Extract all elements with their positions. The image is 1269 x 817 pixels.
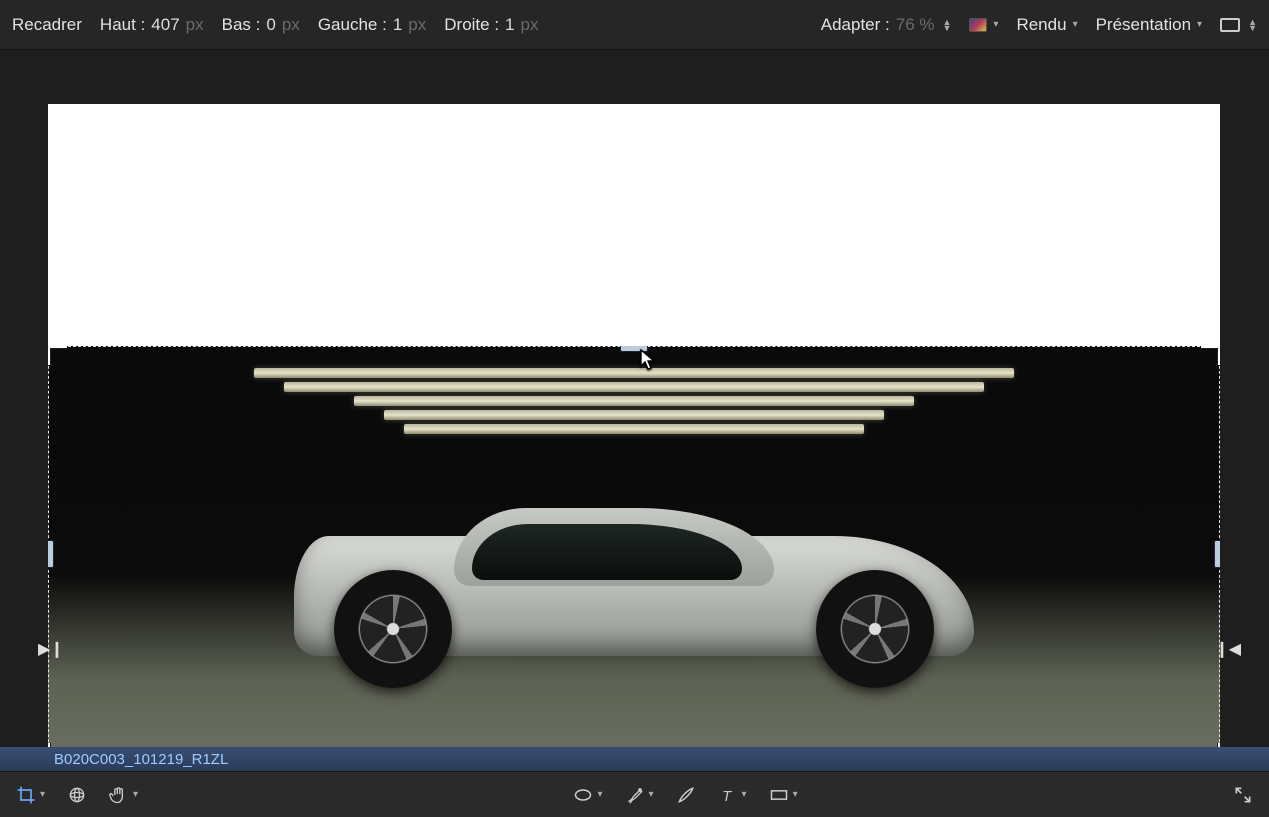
crop-top-field[interactable]: Haut : 407 px — [100, 15, 204, 35]
3d-orbit-icon — [67, 785, 87, 805]
brush-icon — [676, 785, 696, 805]
crop-icon — [16, 785, 36, 805]
rect-mask-button[interactable]: ▾ — [769, 785, 798, 805]
clip-name-bar: B020C003_101219_R1ZL — [0, 747, 1269, 771]
crop-corner-handle-bl[interactable] — [48, 741, 69, 747]
chevron-down-icon: ▾ — [993, 19, 998, 30]
render-dropdown[interactable]: Rendu ▾ — [1016, 15, 1077, 35]
crop-left-field[interactable]: Gauche : 1 px — [318, 15, 426, 35]
viewer-canvas[interactable]: ▶❙ ❙◀ — [0, 50, 1269, 747]
crop-left-value: 1 — [393, 15, 402, 35]
crop-edge-handle-top[interactable] — [620, 346, 648, 352]
cropped-image-area[interactable] — [48, 346, 1220, 747]
zoom-fit-value: 76 % — [896, 15, 935, 35]
clip-name: B020C003_101219_R1ZL — [54, 751, 228, 768]
expand-viewer-button[interactable] — [1233, 785, 1253, 805]
crop-corner-handle-tl[interactable] — [48, 346, 69, 367]
render-label: Rendu — [1016, 15, 1066, 35]
crop-right-field[interactable]: Droite : 1 px — [444, 15, 538, 35]
crop-bottom-label: Bas : — [222, 15, 261, 35]
svg-text:T: T — [722, 787, 733, 804]
crop-top-value: 407 — [151, 15, 179, 35]
in-point-icon[interactable]: ▶❙ — [38, 639, 64, 659]
hand-icon — [109, 785, 129, 805]
crop-right-unit: px — [521, 15, 539, 35]
crop-left-unit: px — [408, 15, 426, 35]
zoom-fit-dropdown[interactable]: Adapter : 76 % ▲▼ — [821, 15, 952, 35]
crop-edge-handle-right[interactable] — [1214, 540, 1220, 568]
image-content-car — [254, 482, 1014, 702]
rect-mask-icon — [769, 785, 789, 805]
crop-top-unit: px — [186, 15, 204, 35]
pen-tool-icon — [625, 785, 645, 805]
stepper-icon: ▲▼ — [1248, 19, 1257, 31]
crop-right-label: Droite : — [444, 15, 499, 35]
viewer-tool-row: ▾ ▾ ▾ ▾ T ▾ ▾ — [0, 771, 1269, 817]
crop-top-label: Haut : — [100, 15, 145, 35]
chevron-down-icon: ▾ — [133, 789, 138, 800]
chevron-down-icon: ▾ — [597, 789, 602, 800]
chevron-down-icon: ▾ — [1073, 19, 1078, 30]
monitor-icon — [1220, 18, 1240, 32]
crop-edge-handle-left[interactable] — [48, 540, 54, 568]
chevron-down-icon: ▾ — [1197, 19, 1202, 30]
crop-right-value: 1 — [505, 15, 514, 35]
text-icon: T — [718, 785, 738, 805]
out-point-icon[interactable]: ❙◀ — [1215, 639, 1241, 659]
hand-tool-button[interactable]: ▾ — [109, 785, 138, 805]
zoom-fit-label: Adapter : — [821, 15, 890, 35]
uncropped-area — [48, 104, 1220, 346]
rgb-swatch-icon — [969, 18, 987, 32]
crop-bottom-field[interactable]: Bas : 0 px — [222, 15, 300, 35]
chevron-down-icon: ▾ — [793, 789, 798, 800]
image-content-lights — [254, 364, 1014, 438]
crop-tool-button[interactable]: ▾ — [16, 785, 45, 805]
3d-orbit-button[interactable] — [67, 785, 87, 805]
chevron-down-icon: ▾ — [742, 789, 747, 800]
crop-corner-handle-tr[interactable] — [1199, 346, 1220, 367]
stepper-icon: ▲▼ — [943, 19, 952, 31]
crop-toolbar: Recadrer Haut : 407 px Bas : 0 px Gauche… — [0, 0, 1269, 50]
chevron-down-icon: ▾ — [649, 789, 654, 800]
ellipse-mask-icon — [573, 785, 593, 805]
crop-bottom-value: 0 — [266, 15, 275, 35]
presentation-label: Présentation — [1096, 15, 1191, 35]
tool-name: Recadrer — [12, 15, 82, 35]
crop-corner-handle-br[interactable] — [1199, 741, 1220, 747]
text-tool-button[interactable]: T ▾ — [718, 785, 747, 805]
brush-tool-button[interactable] — [676, 785, 696, 805]
ellipse-mask-button[interactable]: ▾ — [573, 785, 602, 805]
color-channel-dropdown[interactable]: ▾ — [969, 18, 998, 32]
display-aspect-dropdown[interactable]: ▲▼ — [1220, 18, 1257, 32]
playhead-row: ▶❙ ❙◀ — [38, 639, 1241, 657]
chevron-down-icon: ▾ — [40, 789, 45, 800]
crop-left-label: Gauche : — [318, 15, 387, 35]
crop-bottom-unit: px — [282, 15, 300, 35]
pen-tool-button[interactable]: ▾ — [625, 785, 654, 805]
presentation-dropdown[interactable]: Présentation ▾ — [1096, 15, 1202, 35]
expand-icon — [1233, 785, 1253, 805]
